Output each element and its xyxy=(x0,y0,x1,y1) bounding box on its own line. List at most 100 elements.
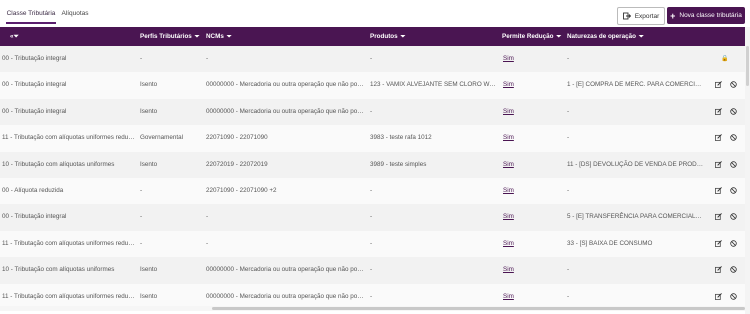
row-actions xyxy=(705,231,745,257)
cell-permite-reducao[interactable]: Sim xyxy=(503,204,533,230)
edit-icon[interactable] xyxy=(714,81,722,89)
edit-icon[interactable] xyxy=(714,266,722,274)
cell-perfis: Isento xyxy=(140,107,158,115)
cell-classe: 00 - Tributação integral xyxy=(2,107,67,115)
tab-classe-tributaria[interactable]: Classe Tributária xyxy=(6,6,56,24)
disable-icon[interactable] xyxy=(729,108,737,116)
cell-classe: 00 - Tributação integral xyxy=(2,213,67,221)
cell-ncms: - xyxy=(206,239,209,247)
horizontal-scroll-thumb[interactable] xyxy=(212,307,745,310)
cell-permite-reducao[interactable]: Sim xyxy=(503,125,533,151)
table-row[interactable]: 00 - Tributação integral Isento 00000000 -… xyxy=(0,98,745,127)
disable-icon[interactable] xyxy=(729,81,737,89)
cell-permite-reducao[interactable]: Sim xyxy=(503,178,533,204)
disable-icon[interactable] xyxy=(729,187,737,195)
cell-produtos: - xyxy=(370,239,373,247)
cell-perfis: - xyxy=(140,213,143,221)
table-row[interactable]: 10 - Tributação com alíquotas uniformes I… xyxy=(0,151,745,179)
table-row[interactable]: 00 - Alíquota reduzida - 22071090 - 220710… xyxy=(0,178,745,206)
vertical-scroll-thumb[interactable] xyxy=(746,46,749,86)
table-row[interactable]: 00 - Tributação integral - - - Sim 5 - [E] TR… xyxy=(0,204,745,232)
table-row[interactable]: 11 - Tributação com alíquotas uniformes … xyxy=(0,125,745,153)
disable-icon[interactable] xyxy=(729,240,737,248)
cell-ncms: - xyxy=(206,55,209,62)
cell-produtos: 123 - VAMIX ALVEJANTE SEM CLORO WHITE 5L xyxy=(370,81,498,89)
cell-ncms: - xyxy=(206,213,209,221)
disable-icon[interactable] xyxy=(729,266,737,274)
tab-aliquotas[interactable]: Alíquotas xyxy=(60,6,90,22)
edit-icon[interactable] xyxy=(714,213,722,221)
edit-icon[interactable] xyxy=(714,160,722,169)
edit-icon[interactable] xyxy=(714,134,722,142)
row-actions xyxy=(705,204,745,230)
cell-classe: 00 - Alíquota reduzida xyxy=(2,187,64,194)
cell-perfis: Isento xyxy=(140,160,158,168)
column-header-ncms[interactable]: NCMs ⏷ xyxy=(206,27,232,46)
cell-naturezas: 5 - [E] TRANSFERÊNCIA PARA COMERCIALIZAÇ… xyxy=(567,213,703,221)
export-button[interactable]: Exportar xyxy=(617,7,665,25)
filter-icon[interactable]: ⏷ xyxy=(227,34,232,40)
cell-classe: 11 - Tributação com alíquotas uniformes … xyxy=(2,239,136,247)
filter-icon[interactable]: ⏷ xyxy=(195,34,200,40)
row-actions: 🔒 xyxy=(705,46,745,72)
cell-classe: 10 - Tributação com alíquotas uniformes xyxy=(2,266,115,274)
new-class-label: Nova classe tributária xyxy=(679,12,742,19)
cell-classe: 00 - Tributação integral xyxy=(2,81,67,89)
cell-naturezas: - xyxy=(567,55,570,62)
row-actions xyxy=(705,178,745,204)
cell-ncms: 22072019 - 22072019 xyxy=(206,160,268,168)
column-header-produtos[interactable]: Produtos ⏷ xyxy=(370,27,405,46)
cell-perfis: - xyxy=(140,239,143,247)
edit-icon[interactable] xyxy=(714,292,722,301)
cell-permite-reducao[interactable]: Sim xyxy=(503,231,533,257)
top-bar: Classe Tributária Alíquotas Exportar + N… xyxy=(0,0,750,27)
row-actions xyxy=(705,72,745,98)
cell-ncms: 00000000 - Mercadoria ou outra operação … xyxy=(206,107,364,115)
cell-classe: 10 - Tributação com alíquotas uniformes xyxy=(2,160,115,168)
edit-icon[interactable] xyxy=(714,239,722,248)
column-header-naturezas[interactable]: Naturezas de operação ⏷ xyxy=(567,27,644,46)
cell-naturezas: 33 - [S] BAIXA DE CONSUMO xyxy=(567,239,653,247)
disable-icon[interactable] xyxy=(729,134,737,142)
edit-icon[interactable] xyxy=(714,107,722,116)
cell-classe: 00 - Tributação integral xyxy=(2,55,67,62)
table-header: «⏷ Perfis Tributários ⏷ NCMs ⏷ Produtos ⏷ P… xyxy=(0,27,745,46)
cell-perfis: - xyxy=(140,187,143,194)
table-row[interactable]: 11 - Tributação com alíquotas uniformes … xyxy=(0,230,745,259)
cell-classe: 11 - Tributação com alíquotas uniformes … xyxy=(2,134,136,142)
row-actions xyxy=(705,257,745,283)
cell-naturezas: - xyxy=(567,107,570,115)
disable-icon[interactable] xyxy=(729,213,737,221)
row-actions xyxy=(705,125,745,151)
cell-produtos: - xyxy=(370,213,373,221)
disable-icon[interactable] xyxy=(729,292,737,301)
cell-produtos: 3983 - teste rafa 1012 xyxy=(370,134,432,142)
disable-icon[interactable] xyxy=(729,160,737,169)
cell-permite-reducao[interactable]: Sim xyxy=(503,46,533,72)
filter-icon[interactable]: ⏷ xyxy=(401,34,406,40)
filter-icon[interactable]: ⏷ xyxy=(639,34,644,40)
export-label: Exportar xyxy=(634,12,660,20)
cell-permite-reducao[interactable]: Sim xyxy=(503,72,533,98)
cell-permite-reducao[interactable]: Sim xyxy=(503,152,533,178)
collapse-column-toggle[interactable]: «⏷ xyxy=(10,27,19,46)
cell-produtos: - xyxy=(370,107,373,115)
table-row[interactable]: 00 - Tributação integral Isento 00000000 -… xyxy=(0,72,745,100)
cell-perfis: - xyxy=(140,55,143,62)
cell-permite-reducao[interactable]: Sim xyxy=(503,99,533,125)
column-header-permite-reducao[interactable]: Permite Redução ⏷ xyxy=(502,27,561,46)
table-row[interactable]: 10 - Tributação com alíquotas uniformes I… xyxy=(0,257,745,285)
cell-produtos: 3989 - teste simples xyxy=(370,160,427,168)
filter-icon[interactable]: ⏷ xyxy=(556,34,561,40)
cell-naturezas: 1 - [E] COMPRA DE MERC. PARA COMERCIALIZ… xyxy=(567,81,703,89)
edit-icon[interactable] xyxy=(714,187,722,195)
cell-produtos: - xyxy=(370,187,373,194)
column-header-perfis[interactable]: Perfis Tributários ⏷ xyxy=(140,27,200,46)
cell-permite-reducao[interactable]: Sim xyxy=(503,257,533,283)
cell-naturezas: 11 - [DS] DEVOLUÇÃO DE VENDA DE PRODUTOS xyxy=(567,160,703,168)
cell-ncms: 00000000 - Mercadoria ou outra operação … xyxy=(206,81,364,89)
cell-perfis: Isento xyxy=(140,266,158,274)
plus-icon: + xyxy=(670,10,676,21)
new-class-button[interactable]: + Nova classe tributária xyxy=(667,7,745,24)
table-row[interactable]: 00 - Tributação integral - - - Sim - 🔒 xyxy=(0,46,745,74)
